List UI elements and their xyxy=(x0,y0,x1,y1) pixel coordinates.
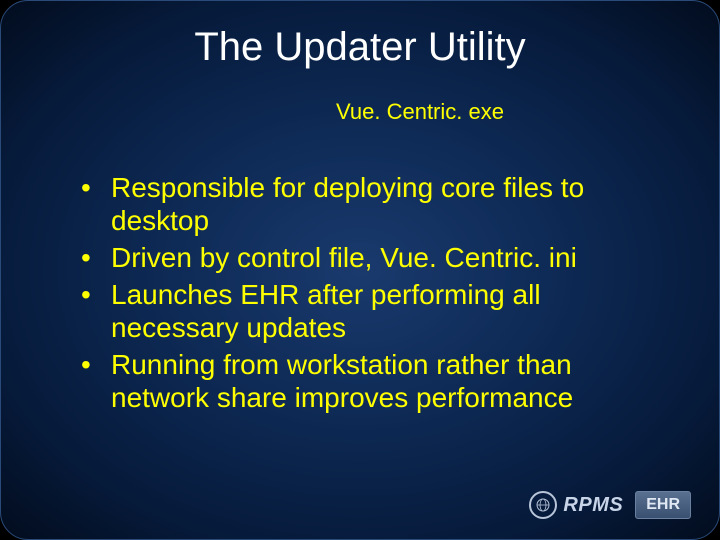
bullet-item: Launches EHR after performing all necess… xyxy=(73,278,659,344)
slide-title: The Updater Utility xyxy=(1,25,719,70)
globe-icon xyxy=(535,497,551,513)
bullet-item: Responsible for deploying core files to … xyxy=(73,171,659,237)
slide-subtitle: Vue. Centric. exe xyxy=(1,99,719,125)
rpms-icon xyxy=(529,491,557,519)
bullet-item: Driven by control file, Vue. Centric. in… xyxy=(73,241,659,274)
rpms-logo: RPMS xyxy=(529,491,623,519)
footer-logo-group: RPMS EHR xyxy=(529,491,691,519)
rpms-label: RPMS xyxy=(563,494,623,517)
ehr-badge: EHR xyxy=(635,491,691,519)
bullet-item: Running from workstation rather than net… xyxy=(73,348,659,414)
bullet-list: Responsible for deploying core files to … xyxy=(73,171,659,418)
slide: The Updater Utility Vue. Centric. exe Re… xyxy=(0,0,720,540)
